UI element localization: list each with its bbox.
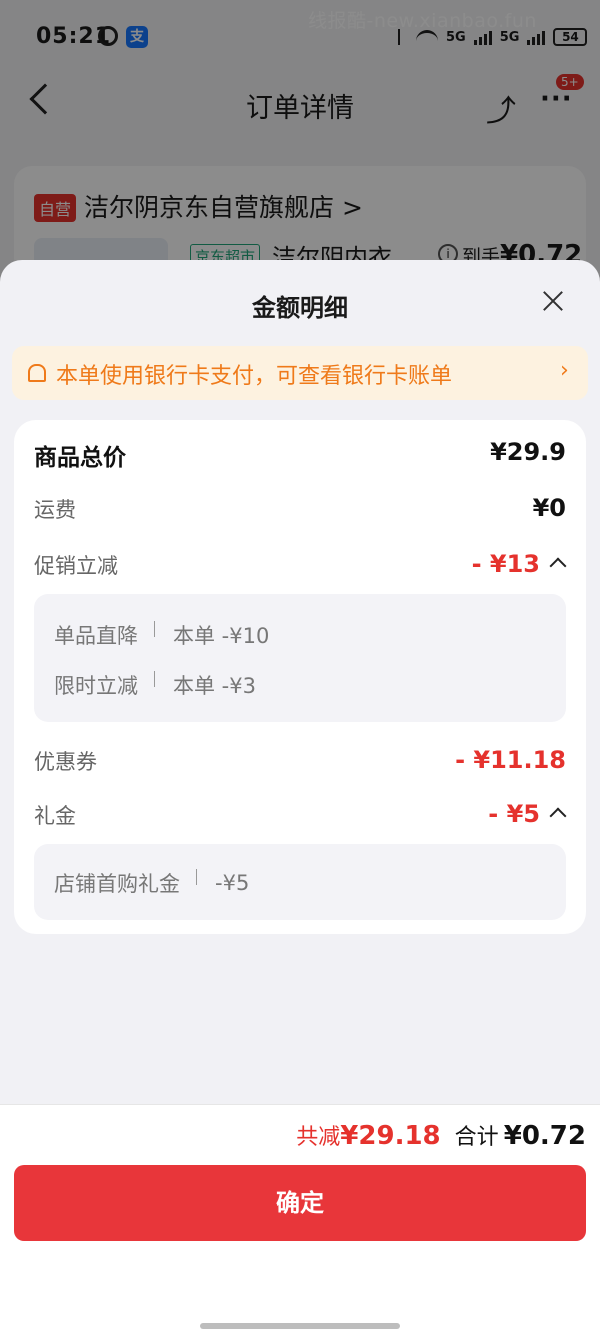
promo-value[interactable]: - ¥13 bbox=[472, 550, 540, 578]
divider bbox=[154, 671, 155, 687]
divider bbox=[154, 621, 155, 637]
gift-item-name: 店铺首购礼金 bbox=[54, 872, 180, 896]
sum-label: 合计 bbox=[454, 1125, 499, 1150]
promo-detail-box: 单品直降 本单 -¥10 限时立减 本单 -¥3 bbox=[34, 594, 566, 722]
reduce-summary: 共减¥29.18 bbox=[296, 1119, 440, 1151]
reduce-value: ¥29.18 bbox=[340, 1121, 441, 1151]
promo-item-name: 单品直降 bbox=[54, 624, 138, 648]
notice-text: 本单使用银行卡支付，可查看银行卡账单 bbox=[56, 364, 453, 389]
total-line: 共减¥29.18 合计 ¥0.72 bbox=[296, 1119, 586, 1151]
shipping-label: 运费 bbox=[34, 498, 76, 522]
list-item: 店铺首购礼金 -¥5 bbox=[54, 868, 249, 898]
promo-item-name: 限时立减 bbox=[54, 674, 138, 698]
chevron-right-icon: › bbox=[560, 358, 569, 383]
reduce-label: 共减 bbox=[296, 1125, 341, 1150]
bell-icon bbox=[28, 364, 46, 382]
gift-label: 礼金 bbox=[34, 804, 76, 828]
coupon-value: - ¥11.18 bbox=[455, 746, 566, 774]
shipping-value: ¥0 bbox=[532, 494, 566, 522]
gift-detail-box: 店铺首购礼金 -¥5 bbox=[34, 844, 566, 920]
home-indicator[interactable] bbox=[200, 1323, 400, 1329]
chevron-up-icon[interactable] bbox=[549, 807, 567, 825]
bottom-bar: 共减¥29.18 合计 ¥0.72 确定 bbox=[0, 1104, 600, 1341]
promo-label: 促销立减 bbox=[34, 554, 118, 578]
chevron-up-icon[interactable] bbox=[549, 557, 567, 575]
amount-detail-card: 商品总价 ¥29.9 运费 ¥0 促销立减 - ¥13 单品直降 本单 -¥10… bbox=[14, 420, 586, 934]
sum-value: ¥0.72 bbox=[503, 1121, 586, 1151]
sheet-title: 金额明细 bbox=[252, 294, 348, 322]
coupon-label: 优惠券 bbox=[34, 750, 97, 774]
amount-detail-sheet: 金额明细 本单使用银行卡支付，可查看银行卡账单 › 商品总价 ¥29.9 运费 … bbox=[0, 260, 600, 1341]
list-item: 限时立减 本单 -¥3 bbox=[54, 670, 256, 700]
confirm-button[interactable]: 确定 bbox=[14, 1165, 586, 1241]
bank-card-notice[interactable]: 本单使用银行卡支付，可查看银行卡账单 › bbox=[12, 346, 588, 400]
divider bbox=[196, 869, 197, 885]
total-price-value: ¥29.9 bbox=[490, 438, 566, 466]
total-price-label: 商品总价 bbox=[34, 445, 126, 471]
gift-value[interactable]: - ¥5 bbox=[488, 800, 540, 828]
list-item: 单品直降 本单 -¥10 bbox=[54, 620, 269, 650]
gift-item-detail: -¥5 bbox=[215, 871, 250, 895]
sum-summary: 合计 ¥0.72 bbox=[455, 1119, 586, 1151]
close-icon[interactable] bbox=[540, 288, 566, 314]
promo-item-detail: 本单 -¥3 bbox=[173, 674, 256, 698]
promo-item-detail: 本单 -¥10 bbox=[173, 624, 270, 648]
